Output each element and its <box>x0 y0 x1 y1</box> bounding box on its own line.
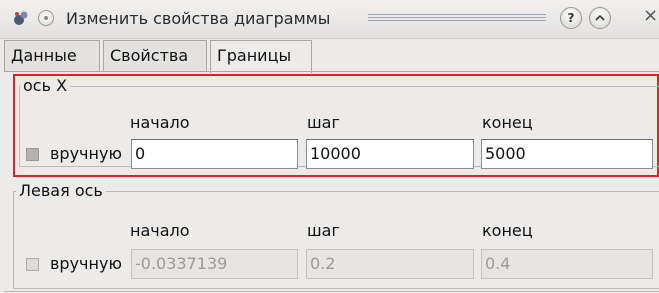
left-axis-end-label: конец <box>482 221 533 240</box>
left-axis-start-input[interactable]: -0.0337139 <box>131 249 298 279</box>
tab-divider <box>4 71 659 72</box>
help-button[interactable]: ? <box>560 7 582 29</box>
x-axis-step-input[interactable]: 10000 <box>306 139 474 169</box>
left-axis-title: Левая ось <box>16 181 106 200</box>
left-axis-manual-checkbox[interactable] <box>26 258 39 271</box>
x-axis-title: ось X <box>20 76 71 95</box>
left-axis-step-label: шаг <box>307 221 340 240</box>
x-axis-step-label: шаг <box>307 113 340 132</box>
x-axis-manual-label[interactable]: вручную <box>50 144 122 163</box>
x-axis-end-input[interactable]: 5000 <box>481 139 653 169</box>
bottom-divider <box>4 291 659 292</box>
chevron-up-icon <box>595 14 605 21</box>
shade-button[interactable] <box>589 7 611 29</box>
left-axis-step-input[interactable]: 0.2 <box>306 249 474 279</box>
x-axis-start-label: начало <box>130 113 190 132</box>
left-axis-start-label: начало <box>130 221 190 240</box>
close-button[interactable]: × <box>643 5 658 26</box>
title-bar[interactable]: Изменить свойства диаграммы ? × <box>0 0 659 39</box>
title-bar-grip <box>368 14 546 23</box>
tab-data[interactable]: Данные <box>4 40 100 71</box>
x-axis-end-label: конец <box>482 113 533 132</box>
tab-bounds[interactable]: Границы <box>210 40 312 73</box>
x-axis-manual-checkbox[interactable] <box>26 148 39 161</box>
left-axis-end-input[interactable]: 0.4 <box>481 249 653 279</box>
window-title: Изменить свойства диаграммы <box>66 9 331 28</box>
left-axis-manual-label[interactable]: вручную <box>50 254 122 273</box>
pin-icon[interactable] <box>38 10 54 26</box>
x-axis-start-input[interactable]: 0 <box>131 139 298 169</box>
app-icon[interactable] <box>12 9 30 27</box>
tab-properties[interactable]: Свойства <box>103 40 207 71</box>
